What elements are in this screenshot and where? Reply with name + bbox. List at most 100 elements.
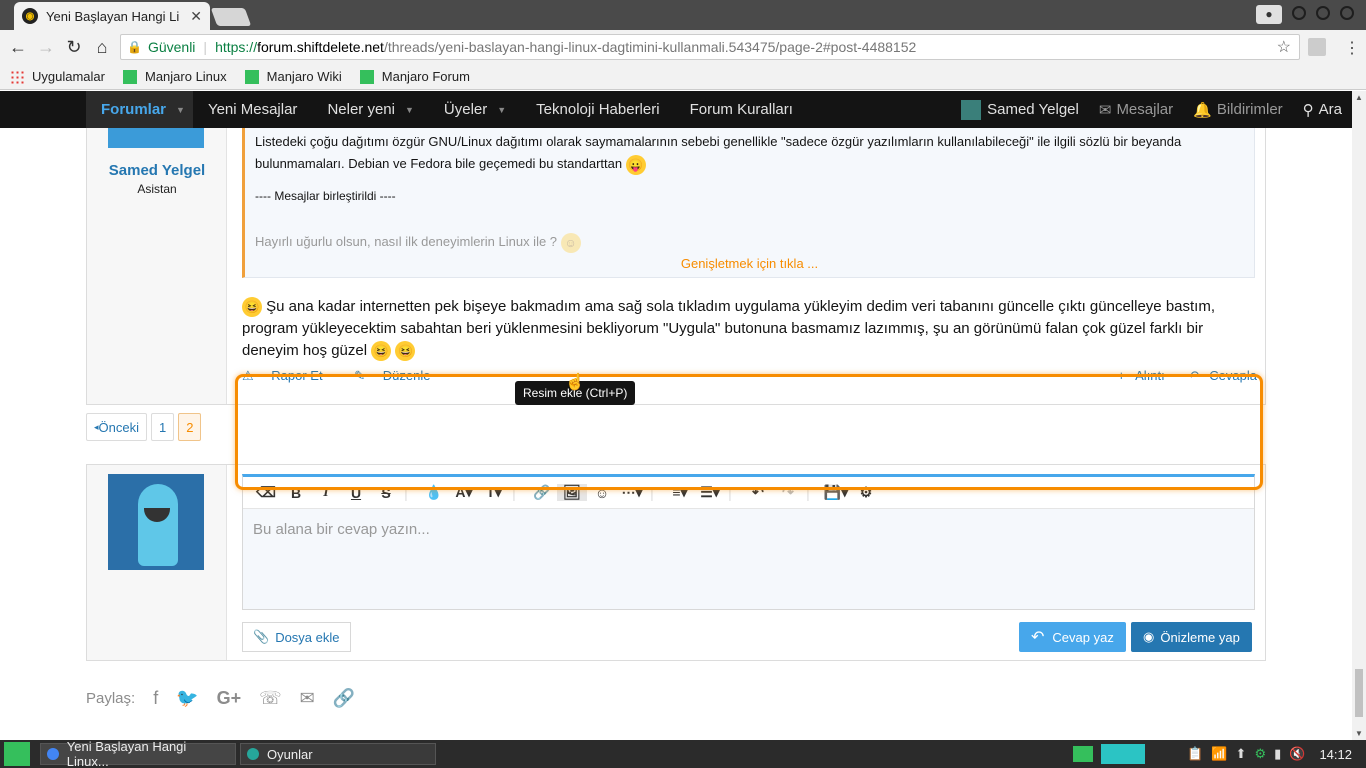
bold-icon[interactable]: B: [281, 485, 311, 501]
underline-icon[interactable]: U: [341, 485, 371, 501]
whatsapp-icon[interactable]: ☏: [259, 688, 282, 709]
clock[interactable]: 14:12: [1319, 747, 1352, 762]
workspace-switcher-icon[interactable]: [1101, 744, 1146, 764]
nav-mesajlar[interactable]: ✉ Mesajlar: [1089, 91, 1183, 128]
minimize-icon[interactable]: [1292, 6, 1306, 20]
eraser-icon[interactable]: ⌫: [251, 484, 281, 501]
address-bar[interactable]: 🔒 Güvenli | https://forum.shiftdelete.ne…: [120, 34, 1300, 60]
font-size-icon[interactable]: T▾: [479, 484, 509, 501]
google-plus-icon[interactable]: G+: [217, 688, 242, 709]
bookmark-label: Manjaro Linux: [144, 69, 227, 84]
bookmark-star-icon[interactable]: ☆: [1277, 37, 1291, 57]
post-user-panel: Samed Yelgel Asistan: [87, 128, 227, 404]
back-arrow-icon[interactable]: ←: [4, 37, 32, 58]
attach-file-button[interactable]: 📎 Dosya ekle: [242, 622, 351, 652]
nav-label: Ara: [1318, 101, 1342, 118]
taskbar-item-games[interactable]: Oyunlar: [240, 743, 436, 765]
browser-menu-icon[interactable]: ⋮: [1344, 38, 1360, 58]
extension-icon[interactable]: [1308, 38, 1326, 56]
reply-textarea[interactable]: Bu alana bir cevap yazın...: [243, 509, 1254, 609]
close-tab-icon[interactable]: ✕: [190, 8, 202, 25]
reply-label: Cevapla: [1209, 368, 1257, 383]
expand-quote-link[interactable]: Genişletmek için tıkla ...: [245, 253, 1254, 275]
save-draft-icon[interactable]: 💾▾: [821, 484, 851, 501]
scroll-up-icon[interactable]: ▲: [1355, 93, 1363, 102]
nav-uyeler[interactable]: Üyeler ▼: [429, 91, 521, 128]
edit-link[interactable]: ✎ Düzenle: [354, 368, 444, 383]
battery-icon[interactable]: ▮: [1274, 746, 1281, 762]
home-icon[interactable]: ⌂: [88, 37, 116, 58]
profile-icon[interactable]: ●: [1256, 5, 1282, 24]
quote-faded: Hayırlı uğurlu olsun, nasıl ilk deneyiml…: [255, 231, 1244, 253]
quote-label: Alıntı: [1135, 368, 1165, 383]
new-tab-button[interactable]: [210, 8, 252, 26]
taskbar-item-label: Yeni Başlayan Hangi Linux...: [66, 739, 187, 768]
clipboard-icon[interactable]: 📋: [1187, 746, 1203, 762]
close-window-icon[interactable]: [1340, 6, 1354, 20]
site-favicon-icon: ◉: [22, 8, 38, 24]
strikethrough-icon[interactable]: S: [371, 485, 401, 501]
browser-tab[interactable]: ◉ Yeni Başlayan Hangi Li ✕: [14, 2, 210, 30]
insert-image-icon[interactable]: 🖼: [557, 484, 587, 501]
chrome-icon: [47, 748, 59, 760]
nav-user[interactable]: Samed Yelgel: [951, 91, 1089, 128]
nav-forumlar[interactable]: Forumlar ▼: [86, 91, 193, 128]
share-label: Paylaş:: [86, 690, 136, 707]
link-icon[interactable]: 🔗: [527, 484, 557, 501]
italic-icon[interactable]: I: [311, 485, 341, 501]
nav-neler-yeni[interactable]: Neler yeni ▼: [312, 91, 428, 128]
pagination-prev[interactable]: ◂ Önceki: [86, 413, 147, 441]
preview-label: Önizleme yap: [1160, 629, 1240, 645]
forward-arrow-icon[interactable]: →: [32, 37, 60, 58]
toolbar-separator: |: [404, 484, 408, 501]
reload-icon[interactable]: ↻: [60, 37, 88, 58]
facebook-icon[interactable]: f: [153, 688, 158, 709]
avatar[interactable]: [108, 128, 204, 148]
redo-icon[interactable]: ↷: [773, 484, 803, 501]
font-family-icon[interactable]: A▾: [449, 484, 479, 501]
email-icon[interactable]: ✉: [300, 688, 315, 709]
preview-button[interactable]: ◉ Önizleme yap: [1131, 622, 1252, 652]
nav-teknoloji-haberleri[interactable]: Teknoloji Haberleri: [521, 91, 674, 128]
toolbar-separator: |: [650, 484, 654, 501]
workspace-icon[interactable]: [1073, 746, 1094, 762]
forum-navbar: Forumlar ▼ Yeni Mesajlar Neler yeni ▼ Üye…: [0, 91, 1352, 128]
reply-link[interactable]: ↶ Cevapla: [1178, 368, 1257, 383]
page-scrollbar[interactable]: ▲ ▼: [1352, 91, 1366, 740]
nav-forum-kurallari[interactable]: Forum Kuralları: [675, 91, 808, 128]
quote-text: Listedeki çoğu dağıtımı özgür GNU/Linux …: [255, 134, 1182, 149]
quote-link[interactable]: + Alıntı: [1108, 368, 1165, 383]
smiley-icon[interactable]: ☺: [587, 485, 617, 501]
bookmark-manjaro-wiki[interactable]: Manjaro Wiki: [244, 69, 342, 84]
text-color-icon[interactable]: 💧: [419, 484, 449, 501]
chevron-down-icon[interactable]: ▼: [176, 105, 185, 115]
pagination-page-2[interactable]: 2: [178, 413, 202, 441]
more-options-icon[interactable]: ⋯▾: [617, 484, 647, 501]
submit-reply-button[interactable]: ↶ Cevap yaz: [1019, 622, 1126, 652]
bookmark-manjaro-forum[interactable]: Manjaro Forum: [359, 69, 470, 84]
os-taskbar: Yeni Başlayan Hangi Linux... Oyunlar 📋 📶…: [0, 739, 1366, 768]
nav-yeni-mesajlar[interactable]: Yeni Mesajlar: [193, 91, 313, 128]
nav-ara[interactable]: ⚲ Ara: [1293, 91, 1352, 128]
undo-icon[interactable]: ↶: [743, 484, 773, 501]
post-author[interactable]: Samed Yelgel: [87, 162, 227, 179]
scroll-down-icon[interactable]: ▼: [1355, 729, 1363, 738]
gear-icon[interactable]: ⚙: [851, 484, 881, 501]
bookmark-manjaro-linux[interactable]: Manjaro Linux: [122, 69, 227, 84]
settings-tray-icon[interactable]: ⚙: [1254, 746, 1266, 762]
volume-icon[interactable]: 🔇: [1289, 746, 1305, 762]
wifi-icon[interactable]: 📶: [1211, 746, 1227, 762]
nav-bildirimler[interactable]: 🔔 Bildirimler: [1183, 91, 1293, 128]
maximize-icon[interactable]: [1316, 6, 1330, 20]
scrollbar-thumb[interactable]: [1355, 669, 1363, 717]
list-icon[interactable]: ☰▾: [695, 484, 725, 501]
pagination-page-1[interactable]: 1: [151, 413, 175, 441]
manjaro-menu-icon[interactable]: [4, 742, 30, 766]
bookmark-apps[interactable]: Uygulamalar: [10, 69, 105, 84]
align-icon[interactable]: ≡▾: [665, 484, 695, 501]
report-link[interactable]: ⚠ Rapor Et: [242, 368, 337, 383]
twitter-icon[interactable]: 🐦: [176, 688, 198, 709]
link-icon[interactable]: 🔗: [333, 688, 355, 709]
updates-icon[interactable]: ⬆: [1236, 746, 1247, 762]
taskbar-item-browser[interactable]: Yeni Başlayan Hangi Linux...: [40, 739, 236, 768]
